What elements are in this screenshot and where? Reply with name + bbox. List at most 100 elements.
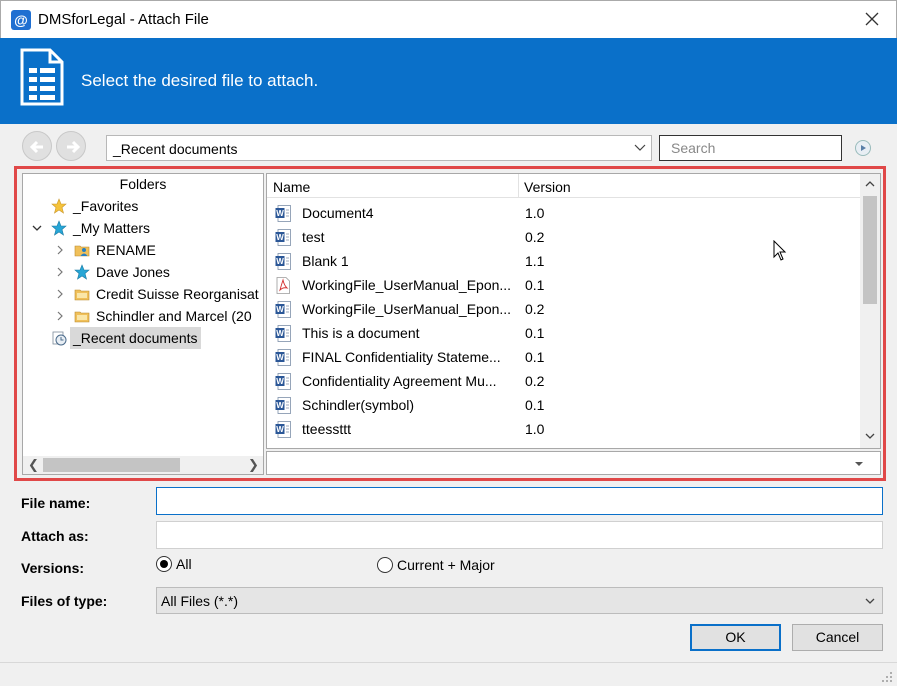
header-banner: Select the desired file to attach.	[0, 38, 897, 124]
tree-item-label: RENAME	[96, 242, 156, 258]
list-header: Name Version	[267, 174, 862, 198]
versions-all-label[interactable]: All	[176, 556, 192, 572]
chevron-down-icon	[865, 598, 875, 604]
word-doc-icon: W	[275, 397, 291, 414]
chevron-down-icon[interactable]	[31, 222, 43, 234]
file-row[interactable]: W WorkingFile_UserManual_Epon... 0.2	[267, 297, 862, 321]
tree-item-dave-jones[interactable]: Dave Jones	[23, 261, 263, 283]
file-version: 0.1	[525, 397, 545, 413]
file-row[interactable]: W This is a document 0.1	[267, 321, 862, 345]
column-divider[interactable]	[518, 174, 519, 198]
document-icon	[20, 48, 64, 106]
list-vertical-scrollbar[interactable]	[860, 174, 880, 448]
files-of-type-label: Files of type:	[21, 593, 108, 609]
tree-item-label: _Favorites	[73, 198, 139, 214]
back-button[interactable]	[22, 131, 52, 161]
svg-text:W: W	[276, 233, 284, 242]
search-go-button[interactable]	[855, 140, 871, 156]
scroll-left-arrow-icon[interactable]: ❮	[28, 458, 39, 472]
file-name: Blank 1	[302, 253, 349, 269]
attach-as-input[interactable]	[156, 521, 883, 549]
chevron-right-icon[interactable]	[54, 288, 66, 300]
file-name: WorkingFile_UserManual_Epon...	[302, 301, 512, 317]
file-row[interactable]: W Schindler(symbol) 0.1	[267, 393, 862, 417]
folder-person-icon	[74, 245, 90, 257]
location-value: _Recent documents	[113, 141, 238, 157]
scroll-thumb[interactable]	[863, 196, 877, 304]
file-name: Document4	[302, 205, 374, 221]
app-icon: @	[11, 10, 31, 30]
ok-button[interactable]: OK	[690, 624, 781, 651]
svg-text:W: W	[276, 305, 284, 314]
file-version: 0.2	[525, 229, 545, 245]
file-row[interactable]: Wtteessttt 1.0	[267, 417, 862, 441]
chevron-right-icon[interactable]	[54, 266, 66, 278]
search-input[interactable]	[659, 135, 842, 161]
tree-item-recent-documents[interactable]: _Recent documents	[23, 327, 263, 349]
chevron-down-icon	[634, 144, 646, 151]
title-bar: @ DMSforLegal - Attach File	[0, 0, 897, 38]
svg-text:W: W	[276, 377, 284, 386]
tree-item-favorites[interactable]: _Favorites	[23, 195, 263, 217]
tree-item-credit-suisse[interactable]: Credit Suisse Reorganisat	[23, 283, 263, 305]
versions-current-major-label[interactable]: Current + Major	[397, 557, 495, 573]
file-version: 0.2	[525, 301, 545, 317]
word-doc-icon: W	[275, 349, 291, 366]
scroll-right-arrow-icon[interactable]: ❯	[248, 458, 259, 472]
folder-tree[interactable]: Folders _Favorites _My Matters RENAME Da…	[22, 173, 264, 475]
forward-arrow-icon	[67, 140, 81, 154]
column-header-version[interactable]: Version	[524, 179, 571, 195]
word-doc-icon: W	[275, 421, 291, 438]
tree-item-label: _Recent documents	[70, 327, 201, 349]
file-version: 0.1	[525, 349, 545, 365]
word-doc-icon: W	[275, 325, 291, 342]
file-row[interactable]: W Document4 1.0	[267, 201, 862, 225]
svg-text:W: W	[276, 401, 284, 410]
forward-button[interactable]	[56, 131, 86, 161]
word-doc-icon: W	[275, 373, 291, 390]
chevron-right-icon[interactable]	[54, 310, 66, 322]
chevron-right-icon[interactable]	[54, 244, 66, 256]
close-button[interactable]	[860, 7, 884, 31]
tree-header: Folders	[119, 176, 167, 192]
tree-item-rename[interactable]: RENAME	[23, 239, 263, 261]
word-doc-icon: W	[275, 253, 291, 270]
folder-icon	[74, 311, 90, 323]
attach-as-label: Attach as:	[21, 528, 89, 544]
tree-horizontal-scrollbar[interactable]: ❮ ❯	[23, 456, 263, 474]
word-doc-icon: W	[275, 229, 291, 246]
cancel-button[interactable]: Cancel	[792, 624, 883, 651]
file-name-input[interactable]	[156, 487, 883, 515]
tree-item-label: Schindler and Marcel (20	[96, 308, 252, 324]
dropdown-triangle-icon	[855, 462, 863, 466]
file-list[interactable]: Name Version W Document4 1.0 Wtest 0.2 W Blank…	[266, 173, 881, 449]
file-row[interactable]: W FINAL Confidentiality Stateme... 0.1	[267, 345, 862, 369]
file-version: 0.2	[525, 373, 545, 389]
tree-item-schindler[interactable]: Schindler and Marcel (20	[23, 305, 263, 327]
location-combobox[interactable]: _Recent documents	[106, 135, 652, 161]
file-name: tteessttt	[302, 421, 352, 437]
window-title: DMSforLegal - Attach File	[38, 11, 209, 28]
scroll-down-arrow-icon[interactable]	[864, 430, 876, 444]
file-name-label: File name:	[21, 495, 91, 511]
files-of-type-select[interactable]: All Files (*.*)	[156, 587, 883, 614]
file-row[interactable]: WorkingFile_UserManual_Epon... 0.1	[267, 273, 862, 297]
scroll-up-arrow-icon[interactable]	[864, 178, 876, 192]
versions-current-major-radio[interactable]	[377, 557, 393, 573]
file-name: test	[302, 229, 325, 245]
svg-text:W: W	[276, 353, 284, 362]
versions-all-radio[interactable]	[156, 556, 172, 572]
versions-label: Versions:	[21, 560, 85, 576]
resize-grip-icon[interactable]	[881, 671, 893, 683]
file-row[interactable]: W Confidentiality Agreement Mu... 0.2	[267, 369, 862, 393]
tree-item-my-matters[interactable]: _My Matters	[23, 217, 263, 239]
folder-icon	[74, 289, 90, 301]
status-bar	[0, 662, 897, 686]
back-arrow-icon	[29, 140, 43, 154]
list-filter-combobox[interactable]	[266, 451, 881, 475]
mouse-cursor-icon	[773, 240, 787, 261]
file-name: FINAL Confidentiality Stateme...	[302, 349, 501, 365]
scroll-thumb[interactable]	[43, 458, 180, 472]
column-header-name[interactable]: Name	[273, 179, 310, 195]
star-blue-icon	[74, 264, 90, 280]
